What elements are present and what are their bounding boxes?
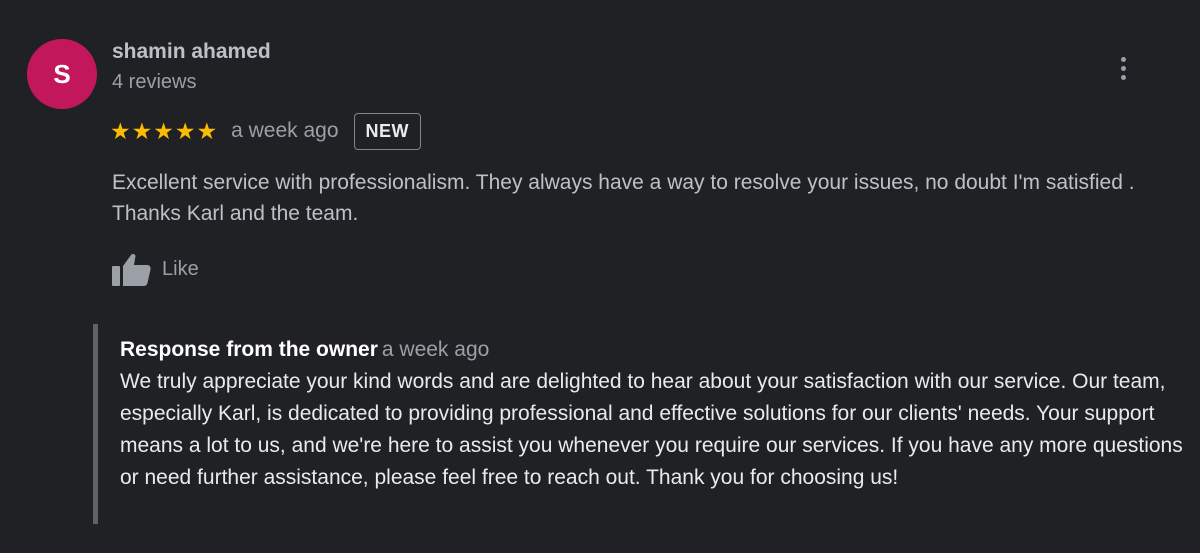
owner-response-title: Response from the owner <box>120 338 378 361</box>
star-icon: ★ <box>131 117 153 144</box>
more-vertical-icon <box>1120 56 1126 62</box>
owner-response-text: We truly appreciate your kind words and … <box>120 370 1183 489</box>
owner-response: Response from the owner a week ago We trul… <box>93 324 1188 524</box>
more-vertical-icon <box>1120 74 1126 80</box>
like-button[interactable]: Like <box>110 250 199 288</box>
star-icon: ★ <box>174 117 196 144</box>
author-name[interactable]: shamin ahamed <box>112 40 271 64</box>
owner-response-date: a week ago <box>381 338 490 361</box>
star-icon: ★ <box>110 117 131 144</box>
thumbs-up-icon <box>112 253 151 286</box>
star-rating: ★ ★ ★ ★ ★ <box>110 117 218 144</box>
star-icon: ★ <box>153 117 174 144</box>
more-options-button[interactable] <box>1108 50 1138 86</box>
new-badge: NEW <box>353 112 422 150</box>
star-icon: ★ <box>196 117 218 144</box>
review-count: 4 reviews <box>112 71 197 93</box>
avatar[interactable]: S <box>27 39 97 109</box>
review-date: a week ago <box>231 119 339 142</box>
rating-row: ★ ★ ★ ★ ★ a week ago NEW <box>110 112 422 150</box>
avatar-letter: S <box>53 58 71 89</box>
more-vertical-icon <box>1120 65 1126 71</box>
like-label: Like <box>162 257 199 280</box>
review-card: S shamin ahamed 4 reviews ★ ★ ★ ★ ★ a we… <box>0 0 1200 553</box>
owner-response-body: Response from the owner a week ago We trul… <box>120 334 1188 494</box>
review-text: Excellent service with professionalism. … <box>112 171 1135 225</box>
